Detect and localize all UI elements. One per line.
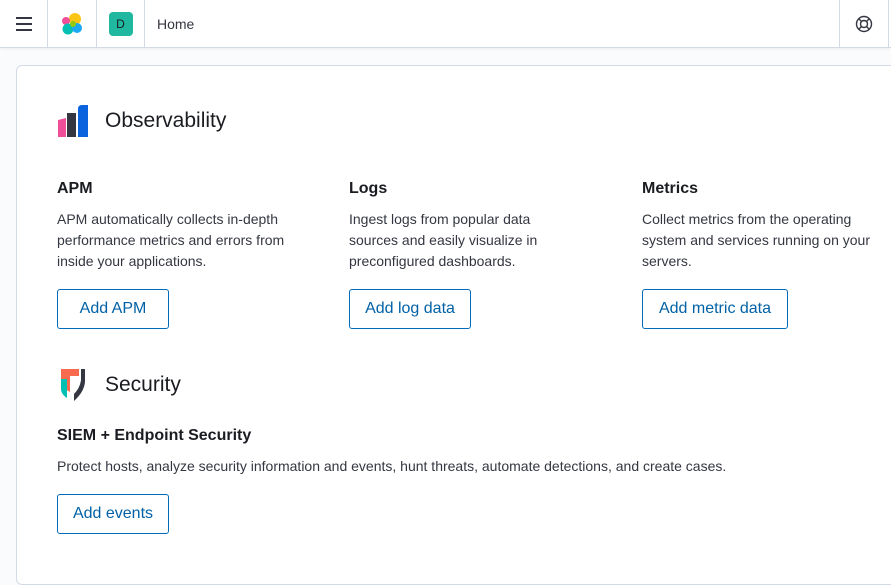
elastic-home-link[interactable] [48, 0, 96, 48]
section-title-observability: Observability [105, 109, 227, 132]
add-events-button[interactable]: Add events [57, 494, 169, 534]
space-selector[interactable]: D [97, 0, 144, 48]
hamburger-menu-icon [16, 17, 32, 31]
security-header: Security [57, 368, 181, 402]
add-log-data-button[interactable]: Add log data [349, 289, 471, 329]
add-metric-data-button[interactable]: Add metric data [642, 289, 788, 329]
metrics-description: Collect metrics from the operating syste… [642, 211, 870, 269]
metrics-title: Metrics [642, 180, 699, 197]
header-divider [888, 0, 889, 48]
breadcrumb: Home [157, 0, 194, 48]
observability-logo-icon [58, 105, 88, 137]
logs-title: Logs [349, 180, 388, 197]
space-avatar[interactable]: D [108, 12, 133, 36]
observability-header: Observability [57, 104, 226, 138]
section-title-security: Security [105, 373, 181, 396]
add-apm-button[interactable]: Add APM [57, 289, 169, 329]
elastic-logo-icon [62, 13, 82, 35]
breadcrumb-home: Home [157, 16, 195, 32]
apm-description: APM automatically collects in-depth perf… [57, 211, 285, 269]
help-button[interactable] [840, 0, 888, 48]
menu-toggle-button[interactable] [0, 0, 48, 48]
help-lifebuoy-icon [855, 15, 873, 33]
header-divider [144, 0, 145, 48]
siem-title: SIEM + Endpoint Security [57, 427, 252, 444]
security-logo-icon [61, 369, 85, 401]
logs-description: Ingest logs from popular data sources an… [349, 211, 538, 269]
apm-title: APM [57, 180, 93, 197]
top-header: D Home [0, 0, 891, 48]
security-description: Protect hosts, analyze security informat… [57, 458, 727, 474]
